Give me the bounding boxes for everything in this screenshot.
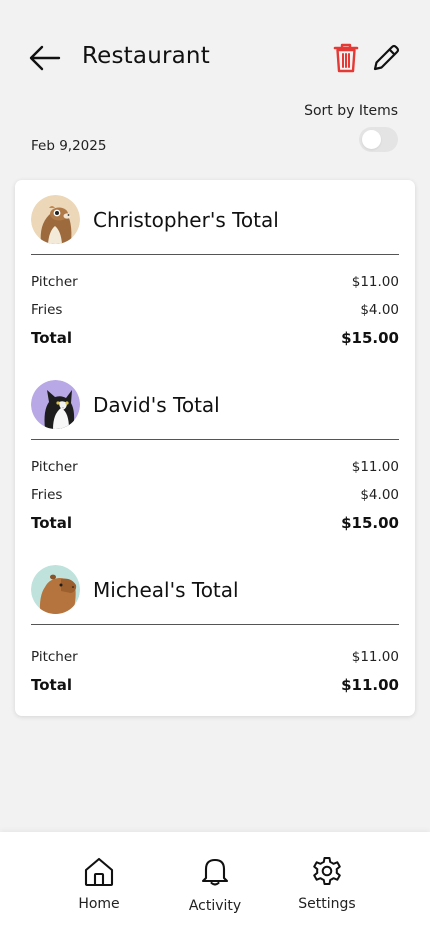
list-item: Pitcher $11.00	[31, 269, 399, 297]
total-row: Total $11.00	[31, 672, 399, 700]
edit-button[interactable]	[369, 41, 403, 75]
person-section: Christopher's Total Pitcher $11.00 Fries…	[31, 194, 399, 353]
person-header: Christopher's Total	[31, 194, 399, 255]
nav-activity-label: Activity	[188, 898, 242, 914]
nav-activity[interactable]: Activity	[175, 832, 255, 932]
total-label: Total	[31, 329, 72, 347]
bottom-nav: Home Activity Settings	[0, 832, 430, 932]
total-row: Total $15.00	[31, 510, 399, 538]
nav-home-label: Home	[78, 896, 120, 912]
trash-icon	[333, 43, 359, 73]
toggle-knob	[362, 130, 381, 149]
sort-by-items-toggle[interactable]	[359, 127, 398, 152]
person-name: Micheal's Total	[93, 578, 239, 602]
nav-settings-label: Settings	[298, 896, 356, 912]
bell-icon	[201, 858, 229, 886]
item-label: Pitcher	[31, 459, 78, 475]
item-amount: $4.00	[360, 302, 399, 318]
hamster-avatar	[31, 195, 80, 244]
capybara-avatar	[31, 565, 80, 614]
person-name: David's Total	[93, 393, 220, 417]
pencil-icon	[373, 44, 400, 71]
item-amount: $11.00	[351, 649, 399, 665]
item-label: Fries	[31, 487, 63, 503]
list-item: Fries $4.00	[31, 482, 399, 510]
item-label: Pitcher	[31, 274, 78, 290]
total-row: Total $15.00	[31, 325, 399, 353]
delete-button[interactable]	[331, 42, 361, 74]
total-amount: $15.00	[341, 329, 399, 347]
cat-avatar	[31, 380, 80, 429]
total-amount: $11.00	[341, 676, 399, 694]
person-header: Micheal's Total	[31, 564, 399, 625]
list-item: Pitcher $11.00	[31, 454, 399, 482]
date-label: Feb 9,2025	[31, 138, 107, 154]
page-title: Restaurant	[82, 43, 210, 69]
totals-card: Christopher's Total Pitcher $11.00 Fries…	[15, 180, 415, 716]
person-section: Micheal's Total Pitcher $11.00 Total $11…	[31, 564, 399, 700]
arrow-left-icon	[29, 45, 61, 71]
list-item: Pitcher $11.00	[31, 644, 399, 672]
item-amount: $11.00	[351, 274, 399, 290]
total-amount: $15.00	[341, 514, 399, 532]
back-button[interactable]	[26, 40, 62, 76]
item-label: Fries	[31, 302, 63, 318]
person-name: Christopher's Total	[93, 208, 279, 232]
person-section: David's Total Pitcher $11.00 Fries $4.00…	[31, 379, 399, 538]
total-label: Total	[31, 676, 72, 694]
person-header: David's Total	[31, 379, 399, 440]
list-item: Fries $4.00	[31, 297, 399, 325]
total-label: Total	[31, 514, 72, 532]
nav-settings[interactable]: Settings	[287, 832, 367, 932]
item-amount: $4.00	[360, 487, 399, 503]
home-icon	[84, 857, 114, 887]
nav-home[interactable]: Home	[59, 832, 139, 932]
sort-by-items-label: Sort by Items	[304, 103, 398, 119]
item-amount: $11.00	[351, 459, 399, 475]
screen: Restaurant Sort by Items Feb 9,2025 Chri…	[0, 0, 430, 932]
gear-icon	[313, 857, 341, 885]
item-label: Pitcher	[31, 649, 78, 665]
header: Restaurant	[0, 0, 430, 100]
